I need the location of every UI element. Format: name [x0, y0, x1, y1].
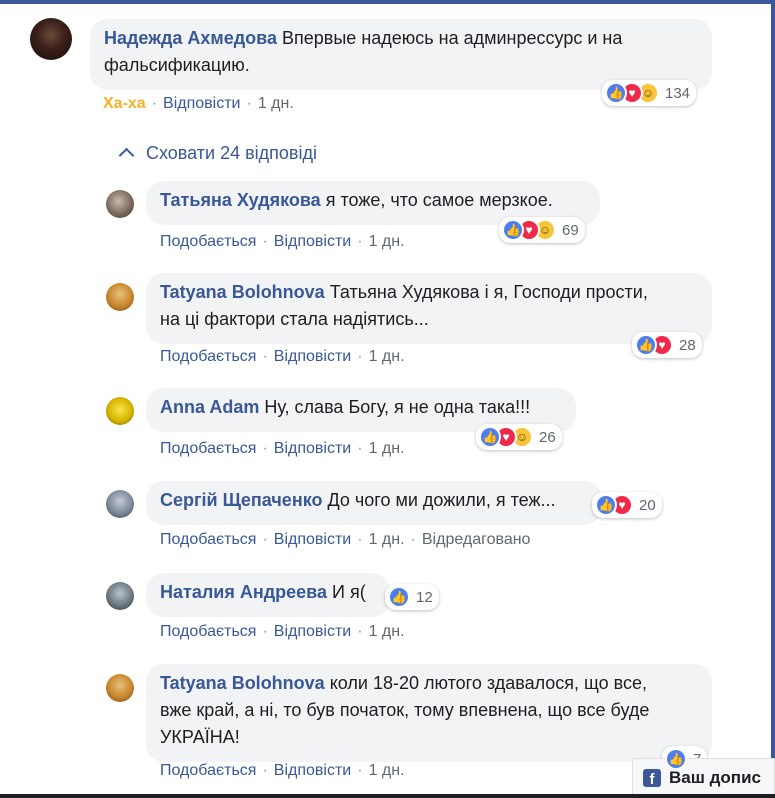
like-button[interactable]: Подобається — [160, 531, 256, 548]
timestamp[interactable]: 1 дн. — [258, 95, 294, 112]
reaction-count: 134 — [665, 84, 691, 102]
reaction-summary[interactable]: 👍 ♥ ☺ 69 — [499, 217, 585, 243]
reaction-count: 28 — [679, 336, 696, 354]
like-icon: 👍 — [388, 586, 410, 608]
comment-bubble: Наталия Андреева И я( — [146, 573, 390, 617]
comment-text: я тоже, что самое мерзкое. — [325, 190, 553, 210]
reply-button[interactable]: Відповісти — [274, 531, 351, 548]
reaction-summary[interactable]: 👍 ♥ 20 — [592, 492, 662, 518]
reply-button[interactable]: Відповісти — [274, 440, 351, 457]
comment-text: на ці фактори стала надіятись... — [160, 309, 429, 329]
comment-bubble: Tatyana Bolohnova Татьяна Худякова і я, … — [146, 273, 712, 344]
like-icon: 👍 — [605, 82, 627, 104]
avatar[interactable] — [30, 18, 72, 60]
comment-bubble: Tatyana Bolohnova коли 18-20 лютого здав… — [146, 664, 712, 762]
comment-author[interactable]: Anna Adam — [160, 397, 259, 417]
your-post-badge[interactable]: f Ваш допис — [632, 758, 775, 798]
like-icon: 👍 — [502, 219, 524, 241]
avatar[interactable] — [106, 397, 134, 425]
comment-text: фальсификацию. — [104, 55, 250, 75]
reaction-count: 26 — [539, 428, 556, 446]
timestamp[interactable]: 1 дн. — [369, 440, 405, 457]
comment-text: вже край, а ні, то був початок, тому впе… — [160, 700, 650, 720]
reaction-summary[interactable]: 👍 ♥ 28 — [632, 332, 702, 358]
timestamp[interactable]: 1 дн. — [369, 348, 405, 365]
hide-replies-link[interactable]: Сховати 24 відповіді — [115, 143, 317, 164]
comment-bubble: Сергій Щепаченко До чого ми дожили, я те… — [146, 481, 602, 525]
reaction-summary[interactable]: 👍 ♥ ☺ 26 — [476, 424, 562, 450]
comment-author[interactable]: Сергій Щепаченко — [160, 490, 322, 510]
comment-actions: Подобається · Відповісти · 1 дн. — [160, 348, 405, 365]
avatar[interactable] — [106, 490, 134, 518]
reaction-haha-button[interactable]: Ха-ха — [103, 95, 146, 112]
comment-author[interactable]: Tatyana Bolohnova — [160, 673, 325, 693]
comment-author[interactable]: Tatyana Bolohnova — [160, 282, 325, 302]
like-icon: 👍 — [595, 494, 617, 516]
reply-button[interactable]: Відповісти — [163, 95, 240, 112]
reaction-count: 12 — [416, 588, 433, 606]
hide-replies-label: Сховати 24 відповіді — [146, 143, 317, 163]
comment-author[interactable]: Надежда Ахмедова — [104, 28, 277, 48]
your-post-label: Ваш допис — [669, 768, 761, 787]
comment-actions: Подобається · Відповісти · 1 дн. — [160, 440, 405, 457]
comment-text: И я( — [332, 582, 366, 602]
comment-actions: Подобається · Відповісти · 1 дн. — [160, 762, 405, 779]
timestamp[interactable]: 1 дн. — [369, 623, 405, 640]
like-icon: 👍 — [635, 334, 657, 356]
avatar[interactable] — [106, 283, 134, 311]
avatar[interactable] — [106, 190, 134, 218]
reaction-summary[interactable]: 👍 12 — [385, 584, 439, 610]
window-right-border — [771, 0, 775, 798]
comment-text: Ну, слава Богу, я не одна така!!! — [264, 397, 531, 417]
avatar[interactable] — [106, 674, 134, 702]
like-button[interactable]: Подобається — [160, 762, 256, 779]
comment-actions: Ха-ха · Відповісти · 1 дн. — [103, 95, 294, 112]
comment-text: коли 18-20 лютого здавалося, що все, — [329, 673, 648, 693]
like-button[interactable]: Подобається — [160, 623, 256, 640]
like-button[interactable]: Подобається — [160, 440, 256, 457]
reaction-count: 20 — [639, 496, 656, 514]
window-top-border — [0, 0, 775, 4]
comment-text: До чого ми дожили, я теж... — [327, 490, 556, 510]
like-button[interactable]: Подобається — [160, 348, 256, 365]
comment-text: Татьяна Худякова і я, Господи прости, — [329, 282, 648, 302]
reply-button[interactable]: Відповісти — [274, 348, 351, 365]
avatar[interactable] — [106, 582, 134, 610]
timestamp[interactable]: 1 дн. — [369, 762, 405, 779]
reaction-count: 69 — [562, 221, 579, 239]
comment-actions: Подобається · Відповісти · 1 дн. — [160, 623, 405, 640]
reply-button[interactable]: Відповісти — [274, 762, 351, 779]
window-bottom-border — [0, 794, 775, 798]
comment-actions: Подобається · Відповісти · 1 дн. · Відредагова… — [160, 531, 531, 548]
timestamp[interactable]: 1 дн. — [369, 233, 405, 250]
chevron-up-icon — [118, 147, 135, 164]
like-icon: 👍 — [665, 748, 687, 770]
comment-text: Впервые надеюсь на админрессурс и на — [282, 28, 623, 48]
reply-button[interactable]: Відповісти — [274, 623, 351, 640]
comment-author[interactable]: Татьяна Худякова — [160, 190, 321, 210]
timestamp[interactable]: 1 дн. — [369, 531, 405, 548]
like-icon: 👍 — [479, 426, 501, 448]
comment-author[interactable]: Наталия Андреева — [160, 582, 327, 602]
reaction-summary[interactable]: 👍 ♥ ☺ 134 — [602, 80, 697, 106]
comment-text: УКРАЇНА! — [160, 727, 240, 747]
edited-label[interactable]: Відредаговано — [422, 531, 531, 548]
comment-actions: Подобається · Відповісти · 1 дн. — [160, 233, 405, 250]
facebook-logo-icon: f — [643, 769, 661, 787]
reply-button[interactable]: Відповісти — [274, 233, 351, 250]
like-button[interactable]: Подобається — [160, 233, 256, 250]
